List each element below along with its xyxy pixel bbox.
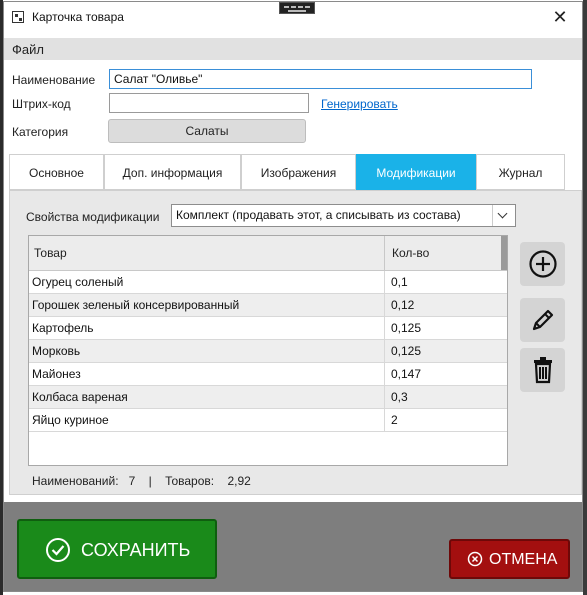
edit-button[interactable] (520, 298, 565, 342)
table-row[interactable]: Морковь 0,125 (29, 340, 507, 363)
product-card-window: Карточка товара ✕ Файл Наименование Сала… (3, 1, 583, 592)
table-row[interactable]: Яйцо куриное 2 (29, 409, 507, 432)
tab-main[interactable]: Основное (9, 154, 104, 190)
keyboard-icon[interactable] (279, 2, 315, 14)
cell-qty: 0,3 (391, 390, 408, 404)
chevron-down-icon[interactable] (492, 205, 515, 226)
tab-modifications[interactable]: Модификации (356, 154, 476, 190)
goods-count-label: Товаров: (165, 474, 215, 488)
summary-separator: | (148, 474, 152, 488)
title-bar: Карточка товара ✕ (4, 2, 582, 33)
trash-icon (534, 357, 552, 384)
window-title: Карточка товара (32, 10, 124, 24)
cell-qty: 0,12 (391, 298, 415, 312)
category-label: Категория (12, 125, 69, 139)
cell-product: Огурец соленый (32, 275, 124, 289)
items-count-label: Наименований: (32, 474, 119, 488)
tab-images[interactable]: Изображения (241, 154, 356, 190)
save-button-label: СОХРАНИТЬ (81, 540, 191, 560)
category-button[interactable]: Салаты (108, 119, 306, 143)
check-circle-icon (46, 538, 70, 562)
plus-circle-icon (529, 250, 557, 278)
table-row[interactable]: Картофель 0,125 (29, 317, 507, 340)
column-header-qty[interactable]: Кол-во (387, 236, 497, 270)
table-row[interactable]: Горошек зеленый консервированный 0,12 (29, 294, 507, 317)
cell-product: Яйцо куриное (32, 413, 109, 427)
cancel-button-label: ОТМЕНА (489, 551, 558, 568)
cell-qty: 0,147 (391, 367, 422, 381)
cell-product: Майонез (32, 367, 81, 381)
tab-log[interactable]: Журнал (476, 154, 565, 190)
background-app-strip (583, 0, 587, 595)
modification-props-label: Свойства модификации (26, 210, 160, 224)
cell-product: Колбаса вареная (32, 390, 128, 404)
modification-props-select[interactable]: Комплект (продавать этот, а списывать из… (171, 204, 516, 227)
x-circle-icon (467, 551, 483, 567)
generate-link[interactable]: Генерировать (321, 97, 398, 111)
tab-extra-info[interactable]: Доп. информация (104, 154, 241, 190)
column-header-product[interactable]: Товар (29, 236, 384, 270)
cell-qty: 0,1 (391, 275, 408, 289)
name-input[interactable]: Салат "Оливье" (109, 69, 532, 89)
pencil-icon (532, 309, 554, 331)
cancel-button[interactable]: ОТМЕНА (449, 539, 570, 579)
save-button[interactable]: СОХРАНИТЬ (17, 519, 217, 579)
barcode-label: Штрих-код (12, 97, 71, 111)
cell-qty: 2 (391, 413, 398, 427)
items-count-value: 7 (128, 474, 136, 488)
app-icon (12, 11, 24, 23)
cell-product: Морковь (32, 344, 81, 358)
barcode-input[interactable] (109, 93, 309, 113)
add-button[interactable] (520, 242, 565, 286)
bottom-bar: СОХРАНИТЬ ОТМЕНА (4, 502, 582, 591)
menu-file[interactable]: Файл (12, 42, 44, 57)
name-label: Наименование (12, 73, 96, 87)
cell-product: Горошек зеленый консервированный (32, 298, 240, 312)
cell-qty: 0,125 (391, 321, 422, 335)
delete-button[interactable] (520, 348, 565, 392)
cell-product: Картофель (32, 321, 94, 335)
cell-qty: 0,125 (391, 344, 422, 358)
table-row[interactable]: Колбаса вареная 0,3 (29, 386, 507, 409)
menu-bar: Файл (4, 38, 582, 60)
components-table: Товар Кол-во Огурец соленый 0,1 Горошек зе… (28, 235, 508, 466)
table-header: Товар Кол-во (29, 236, 507, 271)
modifications-panel: Свойства модификации Комплект (продавать… (9, 190, 582, 495)
goods-count-value: 2,92 (227, 474, 251, 488)
modification-props-value: Комплект (продавать этот, а списывать из… (176, 208, 461, 222)
table-row[interactable]: Огурец соленый 0,1 (29, 271, 507, 294)
table-summary: Наименований: 7 | Товаров: 2,92 (32, 474, 251, 488)
close-icon[interactable]: ✕ (538, 2, 582, 33)
scrollbar[interactable] (501, 236, 507, 270)
table-row[interactable]: Майонез 0,147 (29, 363, 507, 386)
